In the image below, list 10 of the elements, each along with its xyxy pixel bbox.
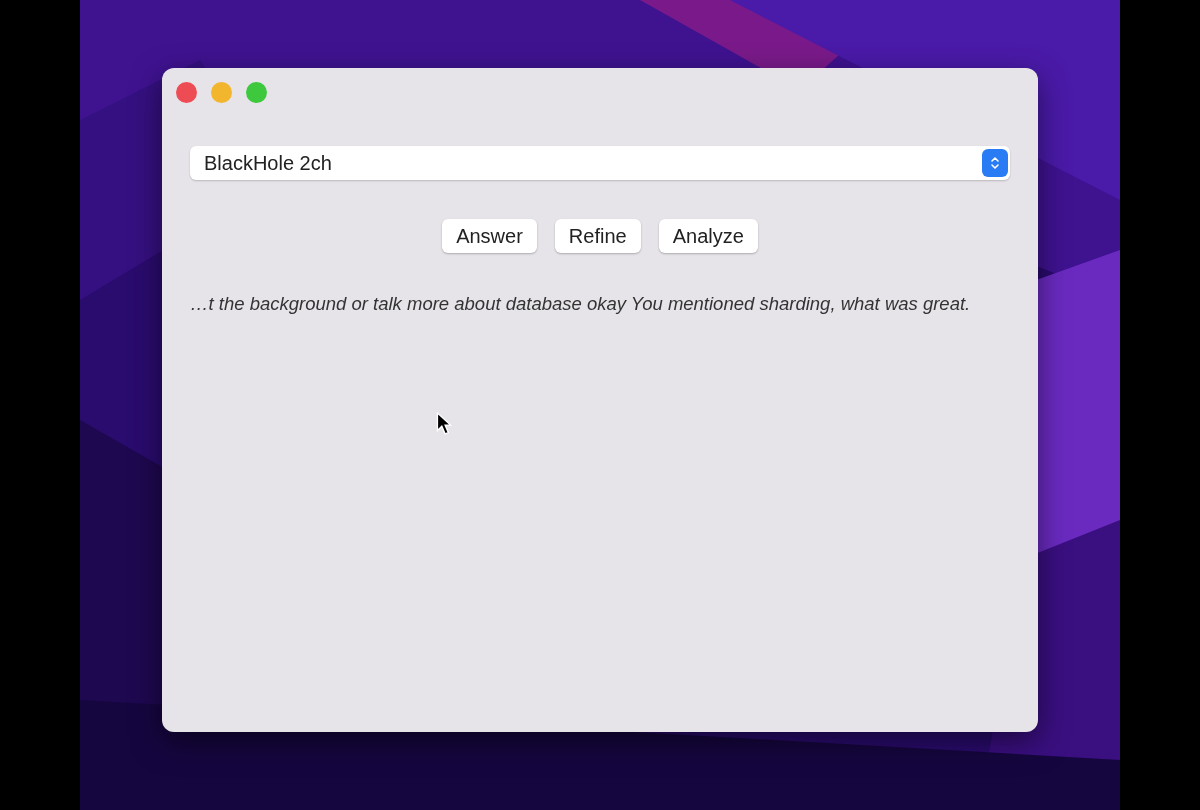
- minimize-button[interactable]: [211, 82, 232, 103]
- action-button[interactable]: Refine: [554, 219, 641, 253]
- chevron-up-down-icon: [982, 149, 1008, 177]
- close-button[interactable]: [176, 82, 197, 103]
- device-popup[interactable]: BlackHole 2ch: [190, 146, 1010, 180]
- transcript-text: …t the background or talk more about database okay You mentioned sharding, what was great.: [190, 293, 972, 315]
- action-button[interactable]: Answer: [442, 219, 537, 253]
- cursor-icon: [436, 412, 452, 436]
- action-button[interactable]: Analyze: [658, 219, 758, 253]
- zoom-button[interactable]: [246, 82, 267, 103]
